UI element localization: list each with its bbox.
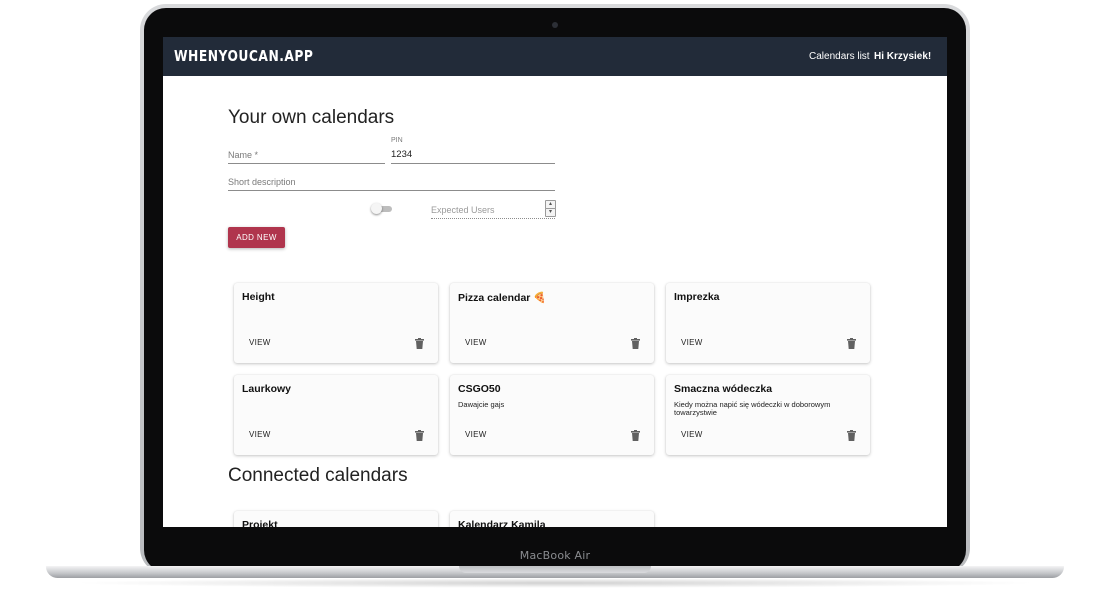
card-title: Laurkowy xyxy=(242,383,292,395)
view-button[interactable]: VIEW xyxy=(465,338,487,347)
connected-calendar-card: Projekt xyxy=(234,511,438,527)
connected-calendars-title: Connected calendars xyxy=(228,465,408,486)
calendar-card: Laurkowy VIEW xyxy=(234,375,438,455)
expected-users-label: Expected Users xyxy=(431,205,495,215)
card-title: Projekt xyxy=(242,519,278,527)
toggle-thumb[interactable] xyxy=(371,203,382,214)
app-logo[interactable]: WHENYOUCAN.APP xyxy=(174,47,313,65)
view-button[interactable]: VIEW xyxy=(681,338,703,347)
expected-users-input[interactable]: Expected Users xyxy=(431,202,555,219)
nav-calendars-list-link[interactable]: Calendars list xyxy=(809,51,870,62)
laptop-shadow xyxy=(70,578,1040,588)
pin-value: 1234 xyxy=(391,149,413,160)
calendar-card: Pizza calendar 🍕 VIEW xyxy=(450,283,654,363)
card-description: Kiedy można napić się wódeczki w doborow… xyxy=(674,400,831,417)
view-button[interactable]: VIEW xyxy=(681,430,703,439)
camera-icon xyxy=(552,22,558,28)
laptop-notch xyxy=(459,566,651,573)
trash-icon[interactable] xyxy=(847,338,856,349)
view-button[interactable]: VIEW xyxy=(465,430,487,439)
description-input[interactable]: Short description xyxy=(228,174,555,191)
trash-icon[interactable] xyxy=(847,430,856,441)
trash-icon[interactable] xyxy=(631,338,640,349)
calendar-card: Height VIEW xyxy=(234,283,438,363)
trash-icon[interactable] xyxy=(415,338,424,349)
pin-input[interactable]: PIN 1234 xyxy=(391,137,555,164)
card-title: Pizza calendar 🍕 xyxy=(458,292,547,304)
card-description: Dawajcie gajs xyxy=(458,400,505,409)
card-title: Kalendarz Kamila xyxy=(458,519,546,527)
card-title: Imprezka xyxy=(674,291,720,303)
user-greeting[interactable]: Hi Krzysiek! xyxy=(874,51,931,62)
view-button[interactable]: VIEW xyxy=(249,430,271,439)
calendar-card: CSGO50 Dawajcie gajs VIEW xyxy=(450,375,654,455)
description-label: Short description xyxy=(228,177,296,187)
card-title: Smaczna wódeczka xyxy=(674,383,773,395)
name-label: Name * xyxy=(228,150,259,160)
add-new-button[interactable]: ADD NEW xyxy=(228,227,285,248)
pin-label: PIN xyxy=(391,137,403,144)
app-screen: WHENYOUCAN.APP Calendars list Hi Krzysie… xyxy=(163,37,947,527)
calendar-card: Imprezka VIEW xyxy=(666,283,870,363)
view-button[interactable]: VIEW xyxy=(249,338,271,347)
card-title: Height xyxy=(242,291,275,303)
expected-users-stepper[interactable]: ▴ ▾ xyxy=(545,200,556,217)
calendar-card: Smaczna wódeczka Kiedy można napić się w… xyxy=(666,375,870,455)
own-calendars-title: Your own calendars xyxy=(228,107,395,128)
card-title: CSGO50 xyxy=(458,383,501,395)
navbar: WHENYOUCAN.APP Calendars list Hi Krzysie… xyxy=(163,37,947,76)
chevron-down-icon[interactable]: ▾ xyxy=(545,208,556,217)
trash-icon[interactable] xyxy=(631,430,640,441)
connected-calendar-card: Kalendarz Kamila xyxy=(450,511,654,527)
device-label: MacBook Air xyxy=(519,549,591,562)
name-input[interactable]: Name * xyxy=(228,147,385,164)
trash-icon[interactable] xyxy=(415,430,424,441)
